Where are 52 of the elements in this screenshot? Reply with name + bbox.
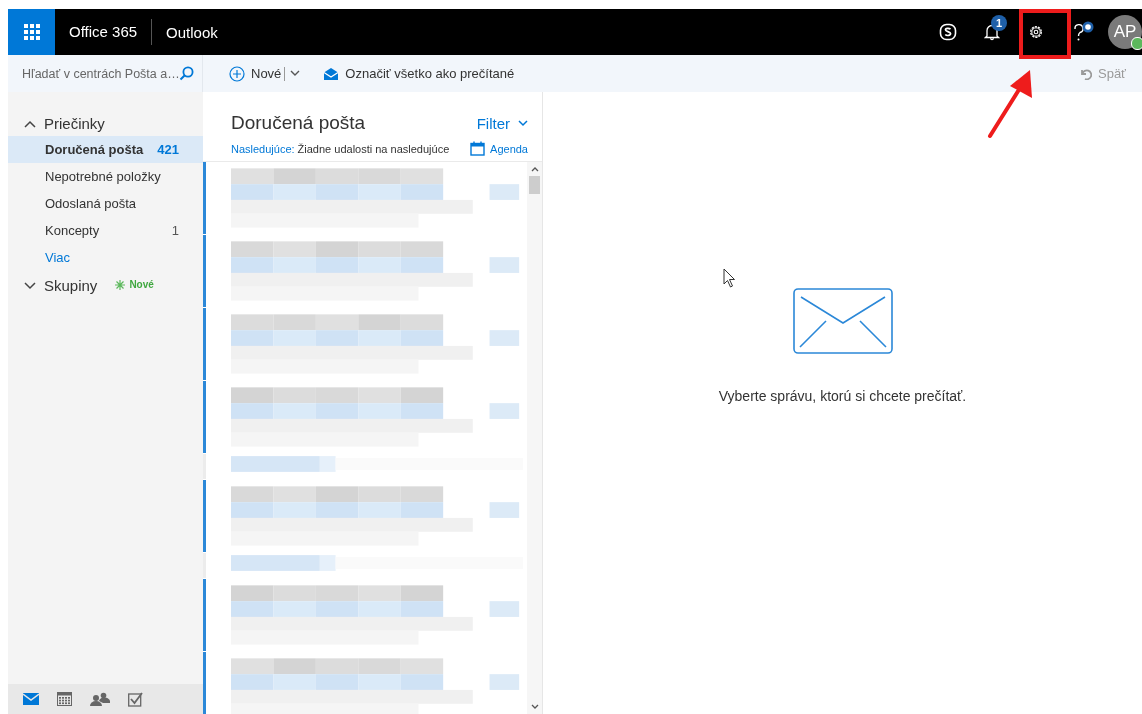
settings-icon	[1028, 24, 1044, 40]
folders-header[interactable]: Priečinky	[8, 111, 203, 136]
tasks-nav-button[interactable]	[128, 691, 143, 707]
scroll-down-icon	[530, 704, 539, 710]
grid-icon	[23, 24, 40, 40]
envelope-icon	[323, 66, 340, 81]
chevron-icon	[518, 119, 528, 127]
empty-reading-pane-text: Vyberte správu, ktorú si chcete prečítať.	[718, 388, 967, 404]
notification-badge: 1	[991, 15, 1007, 31]
folder-item[interactable]: Koncepty 1	[8, 217, 203, 244]
calendar-icon	[57, 692, 72, 706]
plus-icon	[229, 65, 245, 82]
chevron-icon	[24, 119, 36, 128]
user-avatar[interactable]: AP	[1108, 15, 1142, 49]
checkbox-icon	[128, 691, 143, 707]
mark-all-read-button[interactable]: Označiť všetko ako prečítané	[323, 66, 515, 81]
caret-icon	[290, 70, 301, 77]
people-icon	[90, 692, 110, 706]
suite-name[interactable]: Office 365	[55, 19, 153, 45]
folder-title: Doručená pošta	[231, 112, 366, 134]
more-folders-link[interactable]: Viac	[8, 244, 71, 271]
app-launcher-button[interactable]	[8, 9, 55, 55]
mouse-cursor-icon	[723, 268, 737, 288]
calendar-nav-button[interactable]	[57, 692, 72, 706]
folder-item[interactable]: Nepotrebné položky	[8, 163, 203, 190]
upcoming-label: Nasledujúce:	[231, 142, 295, 155]
filter-button[interactable]: Filter	[476, 114, 528, 132]
skype-icon	[939, 23, 957, 41]
people-nav-button[interactable]	[90, 692, 110, 706]
search-field[interactable]: Hľadať v centrách Pošta a…	[22, 63, 179, 84]
new-button[interactable]: Nové	[229, 65, 282, 82]
scroll-thumb[interactable]	[529, 176, 540, 194]
chevron-icon	[24, 281, 36, 290]
mail-icon	[23, 693, 39, 705]
new-label: Nové	[129, 279, 154, 290]
mail-nav-button[interactable]	[23, 693, 39, 705]
folder-item[interactable]: Odoslaná pošta	[8, 190, 203, 217]
notifications-button[interactable]: 1	[972, 9, 1012, 55]
online-status-icon	[1131, 37, 1142, 50]
folder-item[interactable]: Doručená pošta 421	[8, 136, 203, 163]
scrollbar[interactable]	[527, 162, 542, 714]
groups-header[interactable]: Skupiny	[8, 273, 98, 298]
undo-icon	[1079, 67, 1092, 80]
calendar-icon	[470, 141, 486, 156]
scroll-up-icon	[530, 166, 539, 172]
agenda-button[interactable]: Agenda	[470, 141, 528, 156]
search-icon	[179, 66, 194, 81]
envelope-icon	[792, 288, 893, 356]
app-name[interactable]: Outlook	[152, 23, 218, 41]
upcoming-text: Žiadne udalosti na nasledujúce	[297, 142, 451, 155]
highlight-frame	[1019, 9, 1071, 59]
sparkle-icon	[115, 279, 126, 290]
